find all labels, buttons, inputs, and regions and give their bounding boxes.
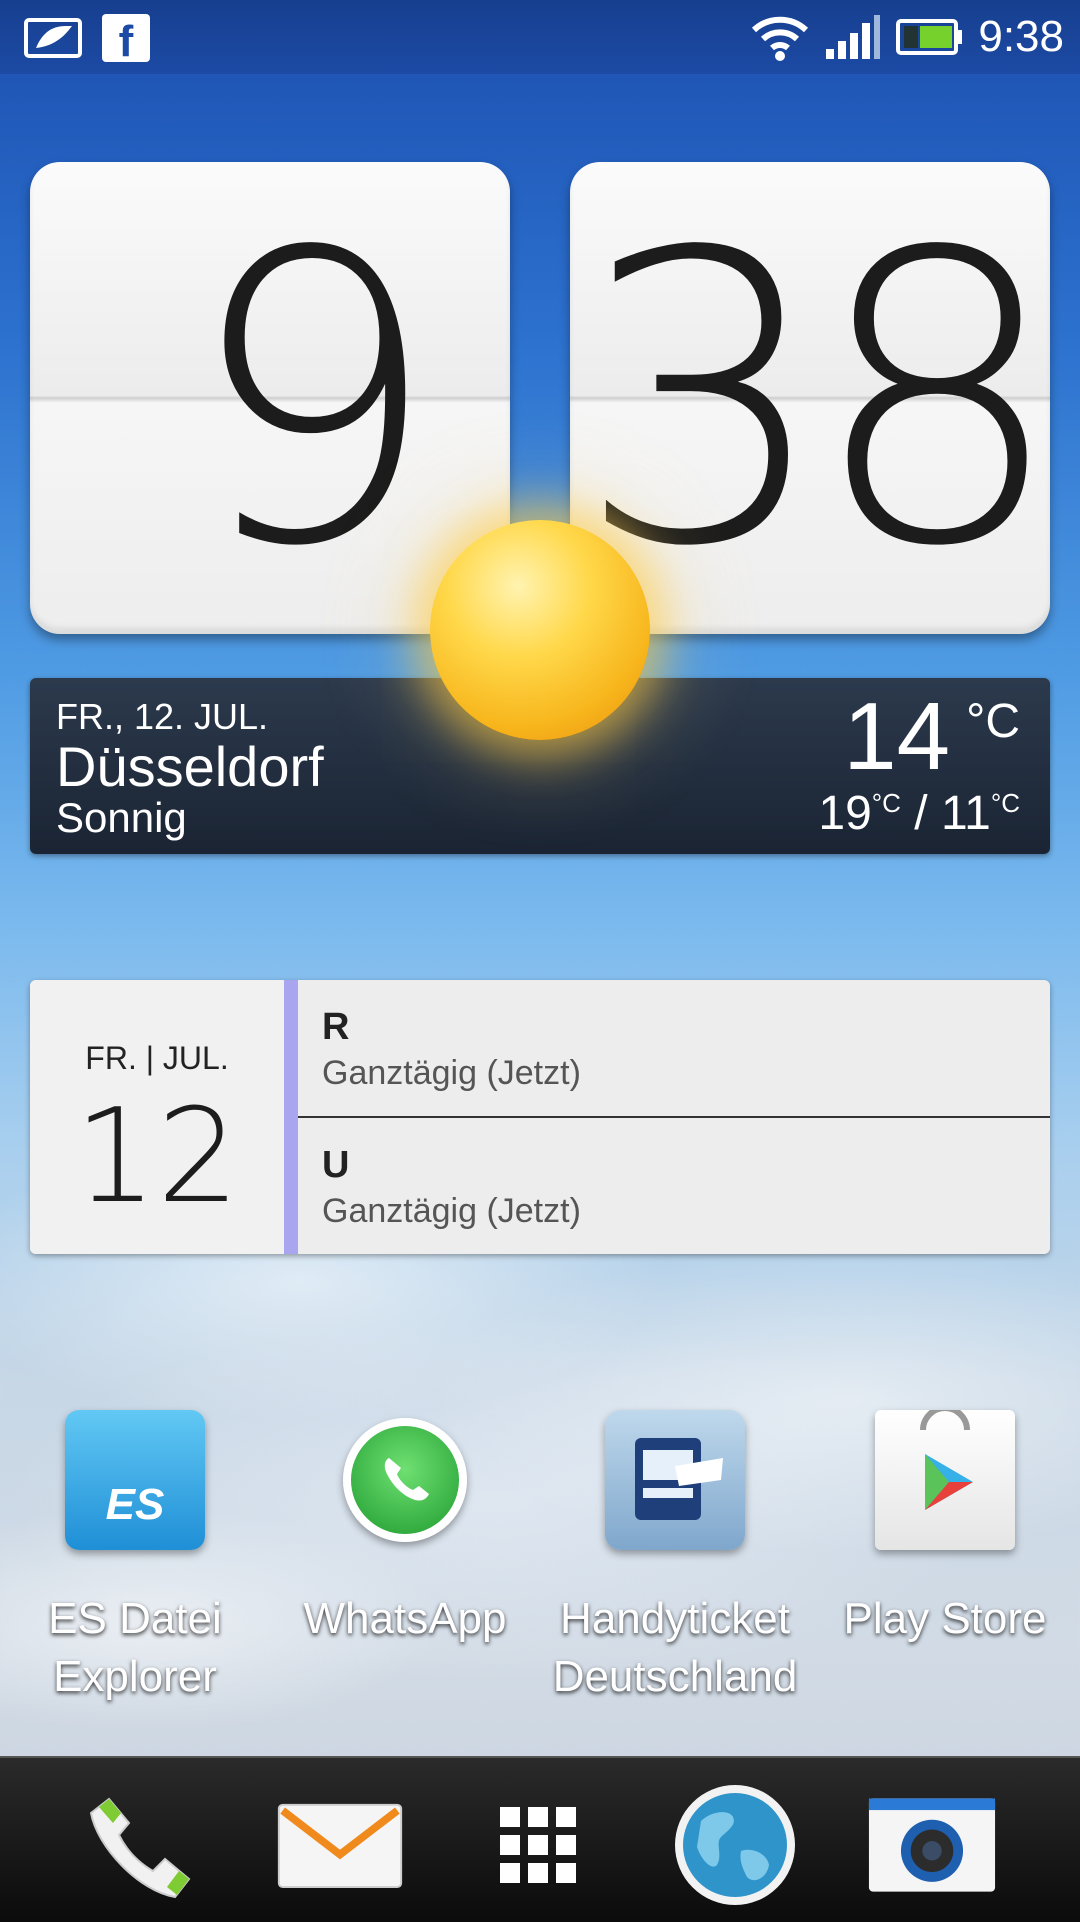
calendar-event[interactable]: U Ganztägig (Jetzt) [298, 1118, 1050, 1254]
status-bar-notifications: f [22, 14, 150, 66]
es-file-explorer-icon [65, 1410, 205, 1550]
app-drawer-icon [500, 1807, 576, 1883]
calendar-event-title: U [322, 1144, 350, 1186]
phone-icon [89, 1797, 191, 1899]
dock [0, 1756, 1080, 1922]
weather-condition: Sonnig [56, 794, 187, 841]
battery-icon [896, 19, 963, 55]
clock-minute-card[interactable]: 38 [570, 162, 1050, 634]
mail-icon [277, 1803, 403, 1889]
calendar-color-bar [284, 980, 298, 1254]
weather-high-low: 19°C / 11°C [818, 786, 1020, 841]
app-label: Handyticket Deutschland [552, 1594, 798, 1701]
clock-minute: 38 [575, 169, 1051, 634]
weather-temperature-unit: °C [966, 695, 1020, 748]
app-drawer-button[interactable] [473, 1780, 603, 1910]
weather-low: 11 [940, 787, 991, 840]
app-whatsapp[interactable]: WhatsApp [270, 1410, 540, 1710]
app-handyticket[interactable]: Handyticket Deutschland [540, 1410, 810, 1710]
weather-city: Düsseldorf [56, 735, 324, 798]
calendar-date: FR. | JUL. 12 [30, 980, 284, 1254]
weather-high: 19 [818, 787, 872, 840]
app-es-file-explorer[interactable]: ES Datei Explorer [0, 1410, 270, 1710]
signal-icon [826, 15, 881, 59]
handyticket-icon [605, 1410, 745, 1550]
camera-icon [868, 1798, 996, 1892]
phone-button[interactable] [78, 1780, 208, 1910]
app-label: Play Store [843, 1594, 1047, 1643]
play-store-icon [875, 1410, 1015, 1550]
weather-range-separator: / [914, 787, 928, 840]
mail-button[interactable] [275, 1780, 405, 1910]
status-bar-clock: 9:38 [978, 12, 1064, 61]
clock-hour-card[interactable]: 9 [30, 162, 510, 634]
weather-low-unit: °C [990, 788, 1020, 818]
wifi-icon [752, 16, 809, 61]
calendar-day-month: FR. | JUL. [85, 1040, 229, 1076]
camera-button[interactable] [867, 1780, 997, 1910]
browser-globe-icon [675, 1785, 795, 1905]
facebook-icon: f [102, 14, 150, 66]
app-play-store[interactable]: Play Store [810, 1410, 1080, 1710]
browser-button[interactable] [670, 1780, 800, 1910]
gallery-notification-icon [24, 18, 82, 58]
sunny-weather-icon [430, 520, 650, 740]
weather-temperature: 14 [843, 683, 950, 790]
app-label: ES Datei Explorer [48, 1594, 222, 1701]
calendar-event[interactable]: R Ganztägig (Jetzt) [298, 980, 1050, 1118]
weather-high-unit: °C [871, 788, 901, 818]
whatsapp-icon [343, 1418, 467, 1542]
calendar-day-number: 12 [74, 1080, 240, 1232]
weather-date: FR., 12. JUL. [56, 696, 269, 737]
app-label: WhatsApp [303, 1594, 507, 1643]
status-bar[interactable]: f 9:38 [0, 0, 1080, 74]
calendar-widget[interactable]: FR. | JUL. 12 R Ganztägig (Jetzt) U Ganz… [30, 980, 1050, 1254]
calendar-event-time: Ganztägig (Jetzt) [322, 1192, 581, 1230]
clock-hour: 9 [185, 169, 441, 634]
calendar-event-title: R [322, 1006, 350, 1048]
calendar-event-time: Ganztägig (Jetzt) [322, 1054, 581, 1092]
